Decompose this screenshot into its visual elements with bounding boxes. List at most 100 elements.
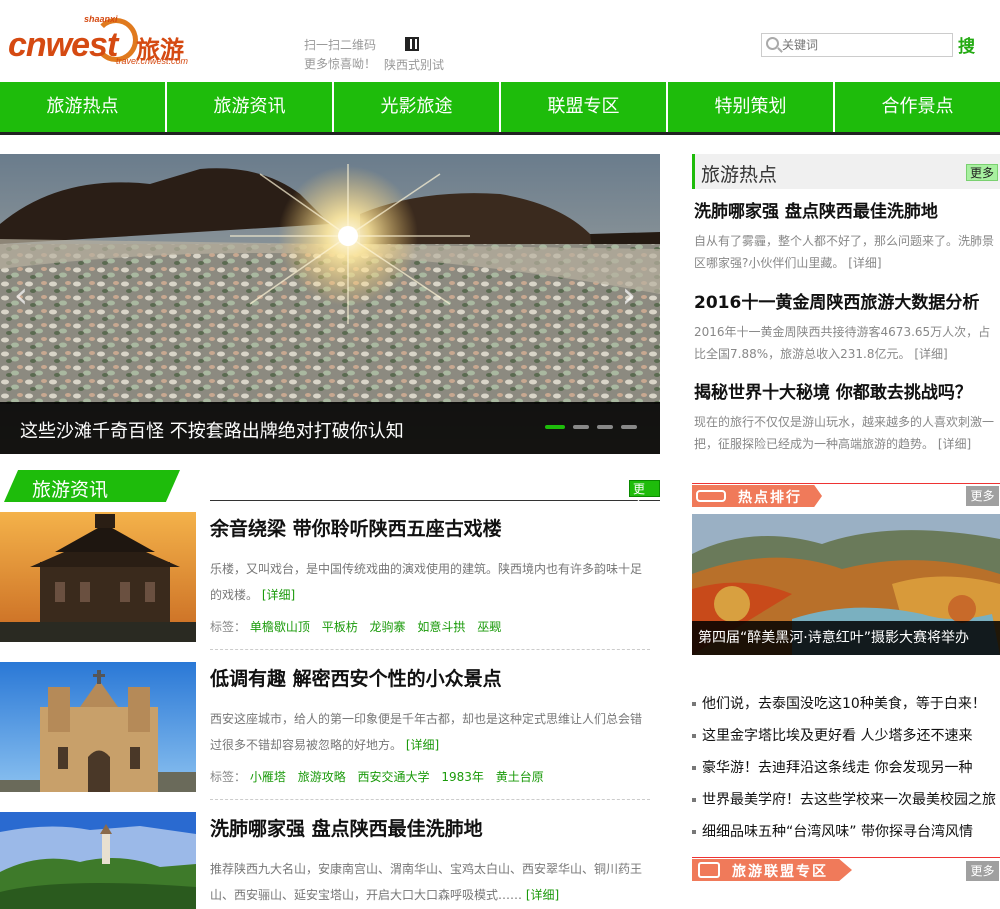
article-thumbnail[interactable] <box>0 512 196 642</box>
nav-item-travel-news[interactable]: 旅游资讯 <box>167 82 334 132</box>
hot-item-detail-link[interactable]: [详细] <box>938 437 971 451</box>
article-thumbnail[interactable] <box>0 812 196 909</box>
feature-caption[interactable]: 第四届“醉美黑河·诗意红叶”摄影大赛将举办 <box>692 621 1000 655</box>
tag-link[interactable]: 1983年 <box>441 770 484 784</box>
rank-section-header: 热点排行 更多 <box>692 483 1000 507</box>
tag-link[interactable]: 单檐歇山顶 <box>250 620 310 634</box>
tag-link[interactable]: 龙驹寨 <box>370 620 406 634</box>
tag-link[interactable]: 西安交通大学 <box>358 770 430 784</box>
hot-item-title[interactable]: 揭秘世界十大秘境 你都敢去挑战吗？ <box>694 378 996 403</box>
tag-link[interactable]: 如意斗拱 <box>417 620 465 634</box>
handshake-icon <box>698 862 720 878</box>
hot-section-header: 旅游热点 更多 <box>692 154 1000 189</box>
search-icon <box>766 37 779 50</box>
site-logo[interactable]: shaanxi cnwest 旅游 travel.cnwest.com <box>8 14 188 70</box>
hot-item: 揭秘世界十大秘境 你都敢去挑战吗？ 现在的旅行不仅仅是游山玩水，越来越多的人喜欢… <box>694 378 996 455</box>
tag-link[interactable]: 巫觋 <box>477 620 501 634</box>
rank-list-item[interactable]: 他们说，去泰国没吃这10种美食，等于白来！ <box>692 690 1000 722</box>
hot-section-title: 旅游热点 <box>701 164 778 186</box>
news-article: 低调有趣 解密西安个性的小众景点 西安这座城市，给人的第一印象便是千年古都，却也… <box>0 662 660 800</box>
nav-item-photo-journey[interactable]: 光影旅途 <box>334 82 501 132</box>
article-detail-link[interactable]: [详细] <box>262 588 295 602</box>
union-section-title: 旅游联盟专区 <box>732 864 828 880</box>
search-input[interactable] <box>782 36 948 54</box>
news-section-header: 旅游资讯 更多 <box>0 470 660 513</box>
logo-region: shaanxi <box>84 14 118 24</box>
tag-link[interactable]: 平板枋 <box>322 620 358 634</box>
article-desc: 推荐陕西九大名山，安康南宫山、渭南华山、宝鸡太白山、西安翠华山、铜川药王山、西安… <box>210 856 650 908</box>
slider-next-arrow-icon[interactable]: › <box>614 276 644 316</box>
tag-link[interactable]: 黄土台原 <box>496 770 544 784</box>
nav-item-special[interactable]: 特别策划 <box>668 82 835 132</box>
slider-prev-arrow-icon[interactable]: ‹ <box>6 276 36 316</box>
tag-link[interactable]: 小雁塔 <box>250 770 286 784</box>
rank-more-button[interactable]: 更多 <box>966 486 999 506</box>
search-box <box>761 33 953 57</box>
rank-section-title: 热点排行 <box>738 490 802 506</box>
hot-more-button[interactable]: 更多 <box>966 164 999 181</box>
article-divider <box>210 799 650 800</box>
qr-code-icon[interactable] <box>405 37 419 51</box>
union-section-header: 旅游联盟专区 更多 <box>692 857 1000 881</box>
hot-item-desc: 现在的旅行不仅仅是游山玩水，越来越多的人喜欢刺激一把，征服探险已经成为一种高端旅… <box>694 411 996 455</box>
hot-item: 2016十一黄金周陕西旅游大数据分析 2016年十一黄金周陕西共接待游客4673… <box>694 288 996 365</box>
news-article: 余音绕梁 带你聆听陕西五座古戏楼 乐楼，又叫戏台，是中国传统戏曲的演戏使用的建筑… <box>0 512 660 650</box>
article-divider <box>210 649 650 650</box>
article-detail-link[interactable]: [详细] <box>406 738 439 752</box>
qr-line2: 更多惊喜呦！ <box>304 57 377 71</box>
rank-list-item[interactable]: 世界最美学府！去这些学校来一次最美校园之旅 <box>692 786 1000 818</box>
rank-feature[interactable]: 第四届“醉美黑河·诗意红叶”摄影大赛将举办 <box>692 514 1000 655</box>
tag-link[interactable]: 旅游攻略 <box>298 770 346 784</box>
hot-item-desc-text: 自从有了雾霾，整个人都不好了，那么问题来了。洗肺景区哪家强?小伙伴们山里藏。 <box>694 234 995 270</box>
bus-icon <box>696 490 726 502</box>
article-tags: 标签： 小雁塔 旅游攻略 西安交通大学 1983年 黄土台原 <box>210 768 552 785</box>
hot-item-desc: 自从有了雾霾，整个人都不好了，那么问题来了。洗肺景区哪家强?小伙伴们山里藏。 [… <box>694 230 996 274</box>
logo-domain: travel.cnwest.com <box>116 56 189 66</box>
rank-list-item[interactable]: 细细品味五种“台湾风味” 带你探寻台湾风情 <box>692 818 1000 850</box>
tags-label: 标签： <box>210 620 247 634</box>
slider-pagination <box>545 425 637 429</box>
slider-caption-bar: 这些沙滩千奇百怪 不按套路出牌绝对打破你认知 <box>0 402 660 454</box>
tags-label: 标签： <box>210 770 247 784</box>
hot-item-title[interactable]: 洗肺哪家强 盘点陕西最佳洗肺地 <box>694 197 996 222</box>
slider-dot[interactable] <box>597 425 613 429</box>
news-section-title: 旅游资讯 <box>32 479 109 501</box>
section-divider <box>210 500 660 501</box>
slider-caption[interactable]: 这些沙滩千奇百怪 不按套路出牌绝对打破你认知 <box>20 417 404 443</box>
article-desc: 西安这座城市，给人的第一印象便是千年古都，却也是这种定式思维让人们总会错过很多不… <box>210 706 650 758</box>
rank-list: 他们说，去泰国没吃这10种美食，等于白来！ 这里金字塔比埃及更好看 人少塔多还不… <box>692 690 1000 850</box>
logo-brand: cnwest <box>8 26 118 64</box>
union-section-tab: 旅游联盟专区 <box>692 859 852 881</box>
union-more-button[interactable]: 更多 <box>966 861 999 881</box>
qr-sub-text: 陕西式别试 <box>384 58 445 72</box>
nav-item-partner-spots[interactable]: 合作景点 <box>835 82 1000 132</box>
nav-item-travel-hot[interactable]: 旅游热点 <box>0 82 167 132</box>
rank-list-item[interactable]: 这里金字塔比埃及更好看 人少塔多还不速来 <box>692 722 1000 754</box>
article-desc: 乐楼，又叫戏台，是中国传统戏曲的演戏使用的建筑。陕西境内也有许多韵味十足的戏楼。… <box>210 556 650 608</box>
article-detail-link[interactable]: [详细] <box>526 888 559 902</box>
article-title[interactable]: 余音绕梁 带你聆听陕西五座古戏楼 <box>210 514 502 541</box>
slider-dot[interactable] <box>621 425 637 429</box>
news-section-tab: 旅游资讯 <box>4 470 180 502</box>
nav-item-alliance[interactable]: 联盟专区 <box>501 82 668 132</box>
article-title[interactable]: 低调有趣 解密西安个性的小众景点 <box>210 664 502 691</box>
qr-line1: 扫一扫二维码 <box>304 38 377 52</box>
news-more-button[interactable]: 更多 <box>629 480 660 513</box>
hero-slider[interactable]: ‹ › 这些沙滩千奇百怪 不按套路出牌绝对打破你认知 <box>0 154 660 454</box>
main-nav: 旅游热点 旅游资讯 光影旅途 联盟专区 特别策划 合作景点 <box>0 82 1000 135</box>
hot-item-title[interactable]: 2016十一黄金周陕西旅游大数据分析 <box>694 288 996 313</box>
search-button[interactable]: 搜 <box>958 32 975 57</box>
slider-dot[interactable] <box>573 425 589 429</box>
rank-list-item[interactable]: 豪华游！去迪拜沿这条线走 你会发现另一种 <box>692 754 1000 786</box>
qr-promo-text: 扫一扫二维码 更多惊喜呦！ <box>304 36 376 74</box>
hot-item: 洗肺哪家强 盘点陕西最佳洗肺地 自从有了雾霾，整个人都不好了，那么问题来了。洗肺… <box>694 197 996 274</box>
hot-item-detail-link[interactable]: [详细] <box>848 256 881 270</box>
site-header: shaanxi cnwest 旅游 travel.cnwest.com 扫一扫二… <box>0 0 1000 82</box>
article-desc-text: 推荐陕西九大名山，安康南宫山、渭南华山、宝鸡太白山、西安翠华山、铜川药王山、西安… <box>210 862 643 902</box>
hot-item-desc: 2016年十一黄金周陕西共接待游客4673.65万人次，占比全国7.88%，旅游… <box>694 321 996 365</box>
rank-section-tab: 热点排行 <box>692 485 822 507</box>
slider-dot[interactable] <box>545 425 565 429</box>
hot-item-detail-link[interactable]: [详细] <box>914 347 947 361</box>
article-thumbnail[interactable] <box>0 662 196 792</box>
article-title[interactable]: 洗肺哪家强 盘点陕西最佳洗肺地 <box>210 814 483 841</box>
